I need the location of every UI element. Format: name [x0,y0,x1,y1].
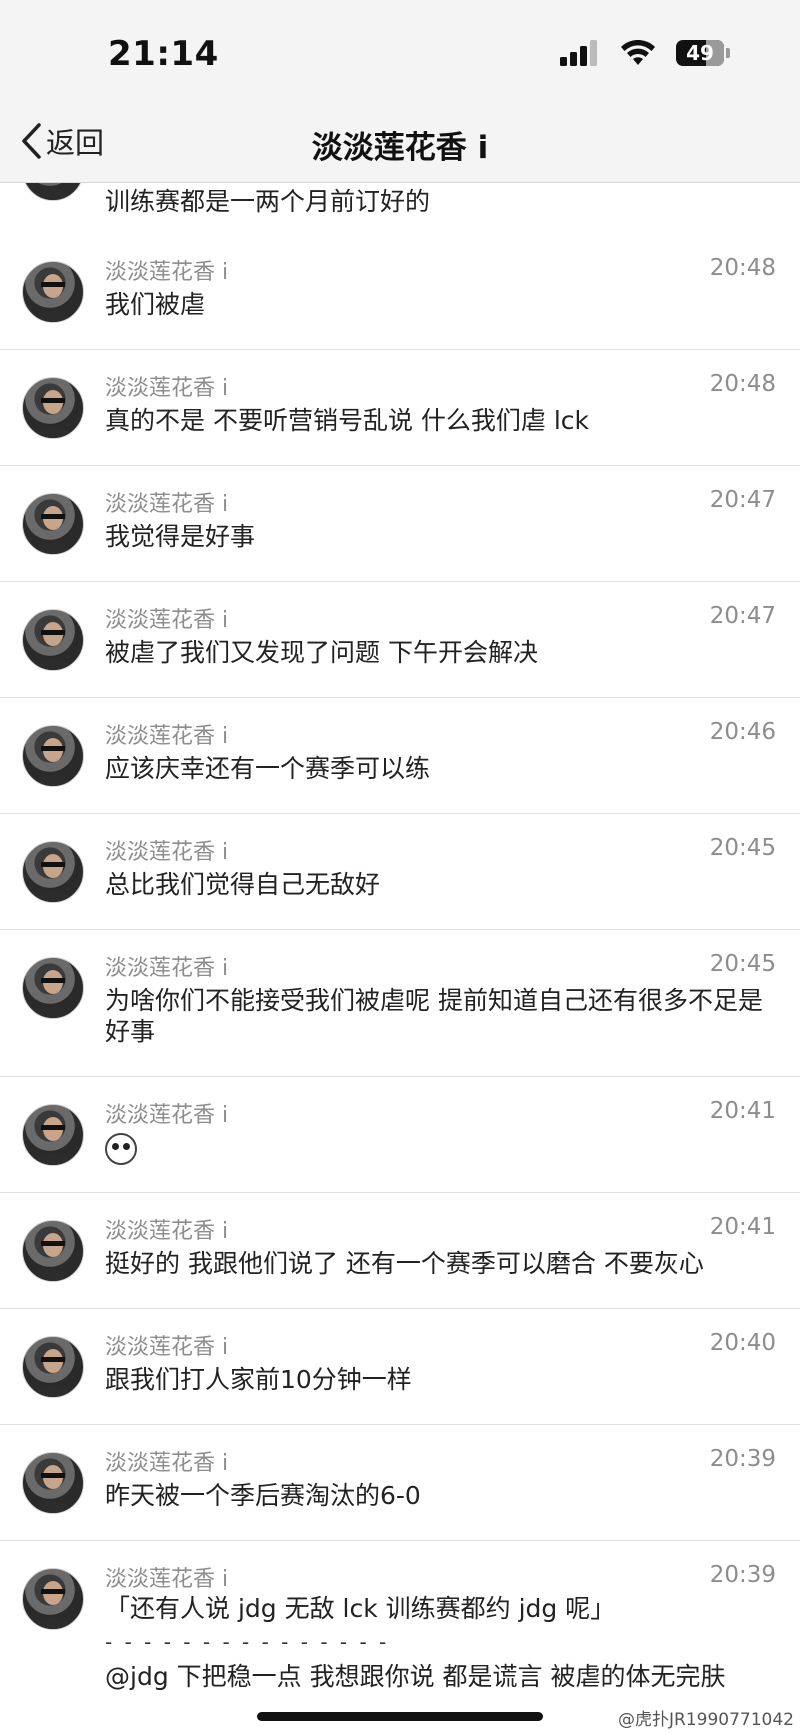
message-text: 我们被虐 [105,290,206,319]
message-text: 我觉得是好事 [105,522,256,551]
message-time: 20:45 [709,951,776,977]
avatar[interactable] [22,1220,84,1282]
avatar[interactable] [22,1104,84,1166]
sender-name: 淡淡莲花香 i [105,608,229,633]
list-item[interactable]: 淡淡莲花香 i 20:39 昨天被一个季后赛淘汰的6-0 [0,1425,800,1541]
sender-name: 淡淡莲花香 i [105,376,229,401]
message-time: 20:39 [709,1446,776,1472]
message-list[interactable]: 训练赛都是一两个月前订好的 淡淡莲花香 i 20:48 我们被虐 淡淡莲花香 i… [0,183,800,1734]
list-item[interactable]: 淡淡莲花香 i 20:41 [0,1077,800,1193]
avatar[interactable] [22,183,84,201]
message-text: 挺好的 我跟他们说了 还有一个赛季可以磨合 不要灰心 [105,1249,704,1278]
list-item[interactable]: 训练赛都是一两个月前订好的 [0,183,800,235]
avatar[interactable] [22,1452,84,1514]
message-time: 20:47 [709,603,776,629]
list-item[interactable]: 淡淡莲花香 i 20:47 被虐了我们又发现了问题 下午开会解决 [0,582,800,698]
list-item[interactable]: 淡淡莲花香 i 20:48 我们被虐 [0,234,800,350]
sender-name: 淡淡莲花香 i [105,724,229,749]
nav-bar: 返回 淡淡莲花香 i [0,100,800,183]
message-text [105,1132,778,1165]
message-time: 20:48 [709,255,776,281]
sender-name: 淡淡莲花香 i [105,1451,229,1476]
list-item[interactable]: 淡淡莲花香 i 20:48 真的不是 不要听营销号乱说 什么我们虐 lck [0,350,800,466]
message-text: 跟我们打人家前10分钟一样 [105,1365,412,1394]
avatar[interactable] [22,493,84,555]
message-text: 昨天被一个季后赛淘汰的6-0 [105,1481,421,1510]
message-time: 20:47 [709,487,776,513]
sender-name: 淡淡莲花香 i [105,1219,229,1244]
message-text: 总比我们觉得自己无敌好 [105,870,381,899]
watermark: @虎扑JR1990771042 [618,1710,794,1730]
message-time: 20:46 [709,719,776,745]
avatar[interactable] [22,957,84,1019]
message-text: 被虐了我们又发现了问题 下午开会解决 [105,638,538,667]
list-item[interactable]: 淡淡莲花香 i 20:47 我觉得是好事 [0,466,800,582]
message-text: 为啥你们不能接受我们被虐呢 提前知道自己还有很多不足是好事 [105,986,763,1046]
message-time: 20:48 [709,371,776,397]
message-time: 20:40 [709,1330,776,1356]
avatar[interactable] [22,377,84,439]
list-item[interactable]: 淡淡莲花香 i 20:46 应该庆幸还有一个赛季可以练 [0,698,800,814]
list-item[interactable]: 淡淡莲花香 i 20:45 为啥你们不能接受我们被虐呢 提前知道自己还有很多不足… [0,930,800,1077]
home-indicator[interactable] [257,1712,543,1721]
wifi-icon [621,40,655,65]
status-time: 21:14 [108,34,219,74]
message-time: 20:41 [709,1214,776,1240]
sender-name: 淡淡莲花香 i [105,840,229,865]
list-item[interactable]: 淡淡莲花香 i 20:40 跟我们打人家前10分钟一样 [0,1309,800,1425]
avatar[interactable] [22,725,84,787]
message-text: @jdg 下把稳一点 我想跟你说 都是谎言 被虐的体无完肤 [105,1662,726,1691]
message-text: 真的不是 不要听营销号乱说 什么我们虐 lck [105,406,590,435]
signal-icon [560,40,597,66]
avatar[interactable] [22,261,84,323]
quote-separator: - - - - - - - - - - - - - - - [105,1630,390,1654]
status-bar: 21:14 49 [0,0,800,100]
message-time: 20:39 [709,1562,776,1588]
message-time: 20:45 [709,835,776,861]
message-text: 应该庆幸还有一个赛季可以练 [105,754,431,783]
battery-level: 49 [686,41,714,65]
sender-name: 淡淡莲花香 i [105,956,229,981]
message-text: 训练赛都是一两个月前订好的 [105,187,431,216]
message-time: 20:41 [709,1098,776,1124]
sender-name: 淡淡莲花香 i [105,260,229,285]
list-item[interactable]: 淡淡莲花香 i 20:41 挺好的 我跟他们说了 还有一个赛季可以磨合 不要灰心 [0,1193,800,1309]
page-title: 淡淡莲花香 i [311,130,489,166]
list-item[interactable]: 淡淡莲花香 i 20:45 总比我们觉得自己无敌好 [0,814,800,930]
sender-name: 淡淡莲花香 i [105,1103,229,1128]
sender-name: 淡淡莲花香 i [105,1567,229,1592]
avatar[interactable] [22,1336,84,1398]
battery-icon: 49 [676,40,724,66]
status-icons: 49 [560,36,730,70]
avatar[interactable] [22,1568,84,1630]
sender-name: 淡淡莲花香 i [105,1335,229,1360]
sender-name: 淡淡莲花香 i [105,492,229,517]
battery-group: 49 [676,40,730,66]
avatar[interactable] [22,609,84,671]
quoted-text: 「还有人说 jdg 无敌 lck 训练赛都约 jdg 呢」 [105,1594,616,1623]
face-emoji-icon [105,1133,137,1165]
avatar[interactable] [22,841,84,903]
